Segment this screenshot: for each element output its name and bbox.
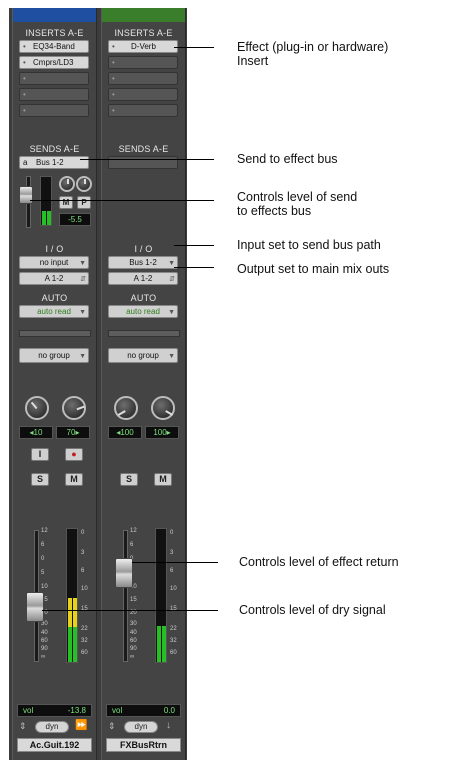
track-name[interactable]: FXBusRtrn [106,738,181,752]
dropdown-arrow-icon: ▼ [79,353,86,360]
callout-dry-signal: Controls level of dry signal [239,603,386,617]
dyn-button[interactable]: dyn [124,721,158,733]
auto-label: AUTO [130,293,157,303]
sends-label: SENDS A-E [118,144,169,154]
pan-knob-left[interactable] [114,396,138,420]
dropdown-arrow-icon: ⇵ [169,276,175,283]
down-arrow-icon[interactable]: ↓ [166,720,171,731]
callout-insert: Effect (plug-in or hardware) Insert [237,40,389,68]
automation-mode-selector[interactable]: auto read ▼ [108,305,178,318]
volume-display: vol -13.8 [17,704,92,717]
mixer-window: INSERTS A-E • EQ34-Band • Cmprs/LD3 • • • … [9,8,187,760]
sort-arrows-icon[interactable]: ⇕ [19,721,27,732]
insert-slot-e[interactable]: • [19,104,89,117]
solo-button[interactable]: S [120,473,138,486]
insert-slot-e[interactable]: • [108,104,178,117]
auto-label: AUTO [41,293,68,303]
meter-scale: 0 3 6 10 15 22 32 60 [170,530,177,656]
level-meter [155,528,167,663]
solo-button[interactable]: S [31,473,49,486]
callout-line-dry-signal [42,610,218,611]
pan-knob-right[interactable] [151,396,175,420]
volume-fader-cap[interactable] [115,558,133,588]
mute-button[interactable]: M [154,473,172,486]
pan-display-left: ◂10 [19,426,53,439]
io-label: I / O [134,244,153,254]
volume-fader-track [123,530,128,662]
mute-button[interactable]: M [65,473,83,486]
fader-scale: 12 6 0 5 10 15 20 30 40 60 90 ∞ [130,528,137,660]
insert-slot-a[interactable]: • D-Verb [108,40,178,53]
insert-slot-b[interactable]: • Cmprs/LD3 [19,56,89,69]
channel-strip-ac-guit: INSERTS A-E • EQ34-Band • Cmprs/LD3 • • • … [12,8,97,760]
input-monitor-button[interactable]: I [31,448,49,461]
callout-input: Input set to send bus path [237,238,381,252]
inserts-label: INSERTS A-E [114,28,173,38]
callout-effect-return: Controls level of effect return [239,555,399,569]
pan-knob-right[interactable] [62,396,86,420]
send-pre-button[interactable]: P [77,196,91,209]
callout-output: Output set to main mix outs [237,262,390,276]
insert-slot-d[interactable]: • [108,88,178,101]
send-slot-a[interactable] [108,156,178,169]
send-fader-cap[interactable] [19,186,33,204]
pan-knob-left[interactable] [25,396,49,420]
track-color-bar [13,8,96,22]
inserts-label: INSERTS A-E [25,28,84,38]
fast-forward-icon[interactable]: ⏩ [75,720,87,731]
group-selector[interactable]: no group ▼ [19,348,89,363]
insert-slot-c[interactable]: • [19,72,89,85]
output-selector[interactable]: A 1-2 ⇵ [19,272,89,285]
callout-line-effect-return [132,562,218,563]
channel-strip-fx-bus-return: INSERTS A-E • D-Verb • • • • SENDS A-E I … [101,8,186,760]
callout-line-insert [174,47,214,48]
divider [19,330,91,337]
divider [108,330,180,337]
automation-mode-selector[interactable]: auto read ▼ [19,305,89,318]
callout-line-input [174,245,214,246]
output-selector[interactable]: A 1-2 ⇵ [108,272,178,285]
pan-display-right: 100▸ [145,426,179,439]
io-label: I / O [45,244,64,254]
send-pan-knob-left[interactable] [59,176,75,192]
input-selector[interactable]: Bus 1-2 ▼ [108,256,178,269]
dyn-button[interactable]: dyn [35,721,69,733]
dropdown-arrow-icon: ▼ [168,353,175,360]
pan-display-left: ◂100 [108,426,142,439]
callout-send-level: Controls level of send to effects bus [237,190,358,218]
record-enable-button[interactable]: ● [65,448,83,461]
callout-line-output [174,267,214,268]
sends-label: SENDS A-E [29,144,80,154]
track-name[interactable]: Ac.Guit.192 [17,738,92,752]
send-meter [40,176,52,226]
dropdown-arrow-icon: ▼ [79,260,86,267]
dropdown-arrow-icon: ⇵ [80,276,86,283]
input-selector[interactable]: no input ▼ [19,256,89,269]
insert-slot-d[interactable]: • [19,88,89,101]
callout-line-send-level [30,200,214,201]
dropdown-arrow-icon: ▼ [168,309,175,316]
send-level-display: -5.5 [59,213,91,226]
insert-slot-c[interactable]: • [108,72,178,85]
volume-fader-cap[interactable] [26,592,44,622]
pan-display-right: 70▸ [56,426,90,439]
send-pan-knob-right[interactable] [76,176,92,192]
send-slot-a[interactable]: a Bus 1-2 [19,156,89,169]
callout-line-send [80,159,214,160]
dropdown-arrow-icon: ▼ [79,309,86,316]
level-meter [66,528,78,663]
group-selector[interactable]: no group ▼ [108,348,178,363]
volume-display: vol 0.0 [106,704,181,717]
callout-send: Send to effect bus [237,152,338,166]
track-color-bar [102,8,185,22]
sort-arrows-icon[interactable]: ⇕ [108,721,116,732]
insert-slot-b[interactable]: • [108,56,178,69]
meter-scale: 0 3 6 10 15 22 32 60 [81,530,88,656]
send-mute-button[interactable]: M [59,196,73,209]
insert-slot-a[interactable]: • EQ34-Band [19,40,89,53]
